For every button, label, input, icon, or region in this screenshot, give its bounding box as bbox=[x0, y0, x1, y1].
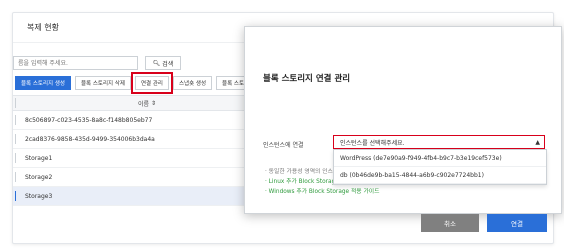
instance-option[interactable]: WordPress (de7e90a9-f949-4fb4-b9c7-b3e19… bbox=[334, 150, 546, 167]
storage-table: 이름 ⇕ 8c506897-c023-4535-8a8c-f148b805eb7… bbox=[13, 95, 249, 206]
row-name: Storage3 bbox=[25, 192, 53, 200]
select-all-checkbox[interactable] bbox=[15, 98, 18, 108]
search-icon: 🔍︎ bbox=[152, 59, 161, 67]
search-input[interactable] bbox=[13, 56, 138, 70]
table-row[interactable]: 2cad8376-9858-435d-9499-354006b3da4a bbox=[13, 130, 249, 149]
column-header-name-label: 이름 bbox=[138, 100, 150, 108]
row-checkbox[interactable] bbox=[15, 191, 16, 201]
row-checkbox[interactable] bbox=[15, 153, 16, 163]
instance-dropdown: WordPress (de7e90a9-f949-4fb4-b9c7-b3e19… bbox=[333, 149, 547, 185]
search-button-label: 검색 bbox=[162, 60, 174, 68]
row-checkbox[interactable] bbox=[15, 134, 16, 144]
toolbar: 블록 스토리지 생성 블록 스토리지 삭제 연결 관리 스냅숏 생성 블록 스토… bbox=[15, 72, 256, 94]
search-button[interactable]: 🔍︎ 검색 bbox=[145, 56, 181, 70]
table-header: 이름 ⇕ bbox=[13, 95, 249, 111]
instance-select-value: 인스턴스를 선택해주세요. bbox=[340, 139, 405, 147]
instance-label: 인스턴스에 연결 bbox=[263, 142, 304, 149]
connect-button[interactable]: 연결 bbox=[487, 214, 547, 232]
sort-icon: ⇕ bbox=[151, 99, 157, 107]
connection-manage-dialog: 블록 스토리지 연결 관리 인스턴스에 연결 인스턴스를 선택해주세요. ▲ W… bbox=[244, 26, 562, 232]
row-checkbox[interactable] bbox=[15, 172, 16, 182]
row-name: 8c506897-c023-4535-8a8c-f148b805eb77 bbox=[25, 116, 153, 124]
instance-select[interactable]: 인스턴스를 선택해주세요. ▲ bbox=[333, 135, 545, 149]
cancel-button[interactable]: 취소 bbox=[421, 214, 479, 232]
delete-block-storage-button[interactable]: 블록 스토리지 삭제 bbox=[74, 76, 131, 90]
windows-guide-link[interactable]: · Windows 추가 Block Storage 적용 가이드 bbox=[265, 187, 379, 197]
row-name: Storage2 bbox=[25, 173, 53, 181]
panel-title: 복제 현황 bbox=[27, 23, 59, 32]
table-row[interactable]: 8c506897-c023-4535-8a8c-f148b805eb77 bbox=[13, 111, 249, 130]
create-snapshot-button[interactable]: 스냅숏 생성 bbox=[172, 76, 213, 90]
column-header-name[interactable]: 이름 ⇕ bbox=[138, 99, 156, 108]
table-row[interactable]: Storage2 bbox=[13, 168, 249, 187]
table-row[interactable]: Storage1 bbox=[13, 149, 249, 168]
caret-up-icon: ▲ bbox=[535, 139, 540, 146]
row-name: Storage1 bbox=[25, 154, 53, 162]
table-row-selected[interactable]: Storage3 bbox=[13, 187, 249, 206]
dialog-title: 블록 스토리지 연결 관리 bbox=[263, 74, 351, 84]
create-block-storage-button[interactable]: 블록 스토리지 생성 bbox=[15, 76, 71, 90]
connection-manage-button[interactable]: 연결 관리 bbox=[130, 72, 173, 94]
row-name: 2cad8376-9858-435d-9499-354006b3da4a bbox=[25, 135, 155, 143]
row-checkbox[interactable] bbox=[15, 115, 16, 125]
instance-option[interactable]: db (0b46de9b-ba15-4844-a6b9-c902e7724bb1… bbox=[334, 167, 546, 184]
